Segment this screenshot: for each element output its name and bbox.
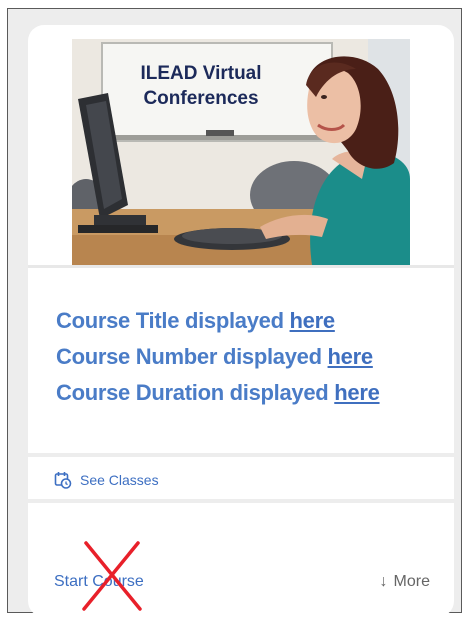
course-number-line: Course Number displayed here	[56, 339, 451, 375]
hero-caption-line-1: ILEAD Virtual	[140, 63, 262, 84]
course-title-link[interactable]: here	[290, 308, 336, 333]
calendar-clock-icon	[54, 472, 72, 489]
course-number-label: Course Number displayed	[56, 344, 322, 369]
course-hero-image: ILEAD Virtual Conferences	[72, 39, 410, 265]
course-duration-link[interactable]: here	[334, 380, 380, 405]
start-course-button[interactable]: Start Course	[54, 573, 144, 591]
course-card: ILEAD Virtual Conferences Course Title d…	[28, 25, 454, 617]
divider-lower	[28, 499, 454, 503]
hero-caption-line-2: Conferences	[143, 88, 259, 109]
course-title-label: Course Title displayed	[56, 308, 284, 333]
hero-divider	[28, 265, 454, 268]
course-duration-label: Course Duration displayed	[56, 380, 329, 405]
see-classes-link[interactable]: See Classes	[54, 471, 159, 489]
course-duration-line: Course Duration displayed here	[56, 375, 451, 411]
hero-caption: ILEAD Virtual Conferences	[126, 61, 276, 111]
course-title-line: Course Title displayed here	[56, 303, 451, 339]
more-button[interactable]: ↓ More	[380, 573, 430, 591]
see-classes-label: See Classes	[80, 472, 159, 488]
course-info: Course Title displayed here Course Numbe…	[56, 303, 451, 411]
course-number-link[interactable]: here	[328, 344, 374, 369]
arrow-down-icon: ↓	[379, 573, 388, 590]
more-label: More	[393, 573, 430, 590]
screenshot-frame: ILEAD Virtual Conferences Course Title d…	[7, 8, 462, 617]
divider-upper	[28, 453, 454, 457]
